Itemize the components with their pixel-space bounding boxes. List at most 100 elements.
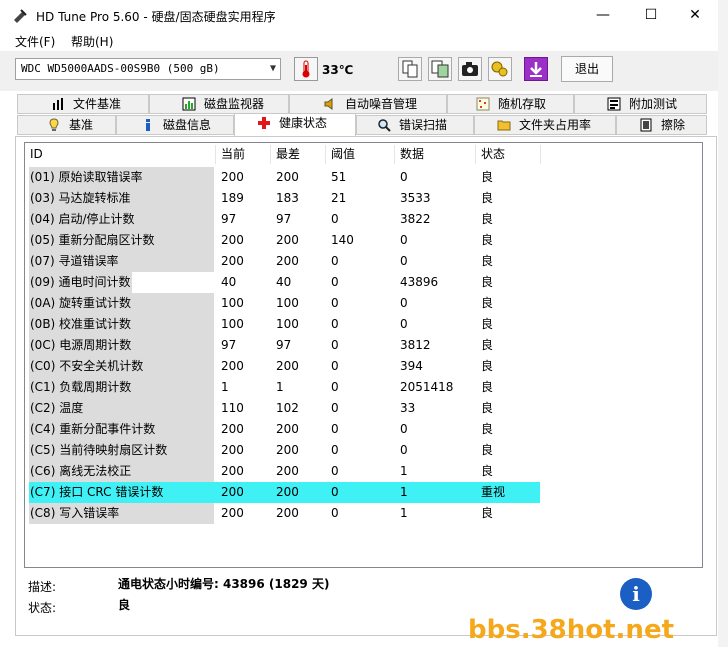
raw-data: 394 [400,359,423,373]
raw-data: 3812 [400,338,431,352]
raw-data: 43896 [400,275,439,289]
erase-icon [640,118,652,131]
current-value: 200 [221,485,244,499]
chevron-down-icon: ▼ [269,63,276,74]
error-scan-magnifier-icon [378,118,391,132]
current-value: 200 [221,254,244,268]
column-header-id[interactable]: ID [30,143,43,166]
status-value: 良 [481,191,494,205]
temperature-readout: 33℃ [322,63,354,77]
raw-data: 3533 [400,191,431,205]
tab-label: 文件夹占用率 [519,118,592,132]
exit-button[interactable]: 退出 [561,56,613,82]
raw-data: 0 [400,170,408,184]
attribute-name: (01) 原始读取错误率 [30,170,143,184]
download-button[interactable] [524,57,548,81]
watermark-text: bbs.38hot.net [468,615,675,645]
tab-noise-management[interactable]: 自动噪音管理 [289,94,447,114]
drive-select[interactable]: WDC WD5000AADS-00S9B0 (500 gB) ▼ [15,58,281,80]
attribute-name: (03) 马达旋转标准 [30,191,131,205]
raw-data: 0 [400,443,408,457]
current-value: 1 [221,380,229,394]
current-value: 189 [221,191,244,205]
current-value: 200 [221,443,244,457]
column-header-worst[interactable]: 最差 [276,143,300,166]
worst-value: 200 [276,506,299,520]
tab-disk-monitor[interactable]: 磁盘监视器 [149,94,289,114]
current-value: 97 [221,338,237,352]
threshold-value: 0 [331,212,339,226]
status-value: 良 [481,254,494,268]
worst-value: 200 [276,485,299,499]
tab-folder-usage[interactable]: 文件夹占用率 [474,115,616,135]
tab-label: 磁盘监视器 [204,97,265,111]
worst-value: 200 [276,359,299,373]
status-value: 良 [481,380,494,394]
attribute-name: (C6) 离线无法校正 [30,464,132,478]
current-value: 100 [221,296,244,310]
attribute-name: (C7) 接口 CRC 错误计数 [30,485,164,499]
copy-screen-icon [431,60,449,78]
noise-speaker-icon [324,97,333,110]
raw-data: 1 [400,464,408,478]
column-header-threshold[interactable]: 阈值 [331,143,355,166]
column-header-data[interactable]: 数据 [400,143,424,166]
column-header-status[interactable]: 状态 [481,143,505,166]
column-divider [215,145,216,164]
threshold-value: 0 [331,506,339,520]
threshold-value: 0 [331,338,339,352]
worst-value: 100 [276,317,299,331]
worst-value: 200 [276,464,299,478]
tab-disk-info[interactable]: 磁盘信息 [116,115,234,135]
thermometer-icon [294,57,318,81]
tab-random-access[interactable]: 随机存取 [447,94,574,114]
tab-benchmark[interactable]: 基准 [17,115,116,135]
tab-extra-tests[interactable]: 附加测试 [574,94,707,114]
info-icon [146,118,150,131]
options-button[interactable] [488,57,512,81]
tab-erase[interactable]: 擦除 [616,115,707,135]
raw-data: 1 [400,485,408,499]
title-bar: HD Tune Pro 5.60 - 硬盘/固态硬盘实用程序 — ☐ ✕ [0,0,718,31]
background-window-edge [718,0,728,647]
tab-label: 磁盘信息 [163,118,212,132]
raw-data: 1 [400,506,408,520]
column-divider [270,145,271,164]
column-header-current[interactable]: 当前 [221,143,245,166]
smart-table[interactable]: ID 当前 最差 阈值 数据 状态 (01) 原始读取错误率 200 200 51 0 良… [24,142,703,568]
close-button[interactable]: ✕ [672,0,718,31]
threshold-value: 140 [331,233,354,247]
copy-screen-button[interactable] [428,57,452,81]
status-value: 良 [481,338,494,352]
worst-value: 200 [276,422,299,436]
status-value: 良 [481,506,494,520]
tab-error-scan[interactable]: 错误扫描 [356,115,474,135]
current-value: 110 [221,401,244,415]
tab-label: 自动噪音管理 [345,97,418,111]
worst-value: 183 [276,191,299,205]
attribute-name: (C2) 温度 [30,401,84,415]
status-value: 重视 [481,485,506,499]
column-divider [540,145,541,164]
column-divider [475,145,476,164]
current-value: 200 [221,422,244,436]
info-button-icon[interactable]: i [620,578,652,610]
menu-help[interactable]: 帮助(H) [71,33,113,50]
status-value: 良 [481,212,494,226]
description-value: 通电状态小时编号: 43896 (1829 天) [118,577,330,591]
threshold-value: 0 [331,359,339,373]
menu-file[interactable]: 文件(F) [15,33,55,50]
health-panel: ID 当前 最差 阈值 数据 状态 (01) 原始读取错误率 200 200 51 0 良… [15,136,717,636]
raw-data: 0 [400,233,408,247]
screenshot-button[interactable] [458,57,482,81]
worst-value: 200 [276,443,299,457]
attribute-name: (09) 通电时间计数 [30,275,131,289]
copy-info-button[interactable] [398,57,422,81]
status-value: 良 [481,275,494,289]
tab-health[interactable]: 健康状态 [234,113,356,136]
maximize-button[interactable]: ☐ [628,0,674,31]
tab-file-benchmark[interactable]: 文件基准 [17,94,149,114]
toolbar: WDC WD5000AADS-00S9B0 (500 gB) ▼ 33℃ 退出 [0,51,718,91]
minimize-button[interactable]: — [580,0,626,31]
status-value: 良 [481,170,494,184]
